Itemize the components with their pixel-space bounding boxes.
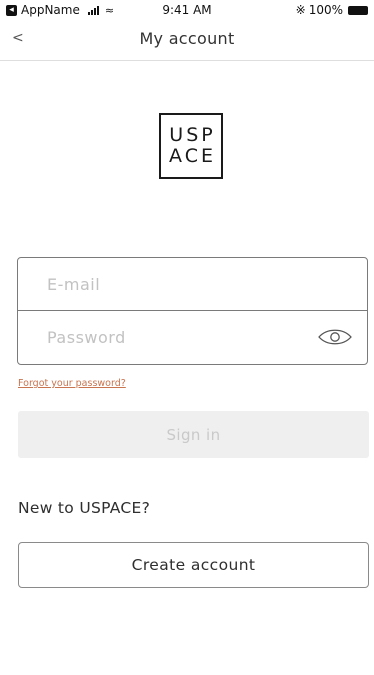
page-title: My account: [139, 29, 235, 48]
status-right: ※ 100%: [296, 3, 368, 17]
forgot-password-link[interactable]: Forgot your password?: [18, 378, 126, 389]
signup-prompt: New to USPACE?: [18, 499, 151, 517]
password-field[interactable]: [45, 327, 299, 348]
password-field-container: [18, 311, 367, 364]
brand-logo: USP ACE: [159, 113, 223, 179]
sign-in-button[interactable]: Sign in: [18, 411, 369, 458]
show-password-icon[interactable]: [317, 327, 353, 347]
battery-percent: 100%: [308, 3, 343, 17]
battery-icon: [348, 5, 368, 15]
login-form: [17, 257, 368, 365]
email-field-container: [18, 258, 367, 311]
logo-line-1: USP: [169, 124, 216, 146]
logo-line-2: ACE: [169, 145, 216, 167]
bluetooth-icon: ※: [295, 3, 306, 17]
email-field[interactable]: [45, 273, 299, 295]
status-bar: ◂ AppName ≈ 9:41 AM ※ 100%: [0, 0, 374, 22]
nav-bar: < My account: [0, 24, 374, 61]
create-account-button[interactable]: Create account: [18, 542, 369, 588]
